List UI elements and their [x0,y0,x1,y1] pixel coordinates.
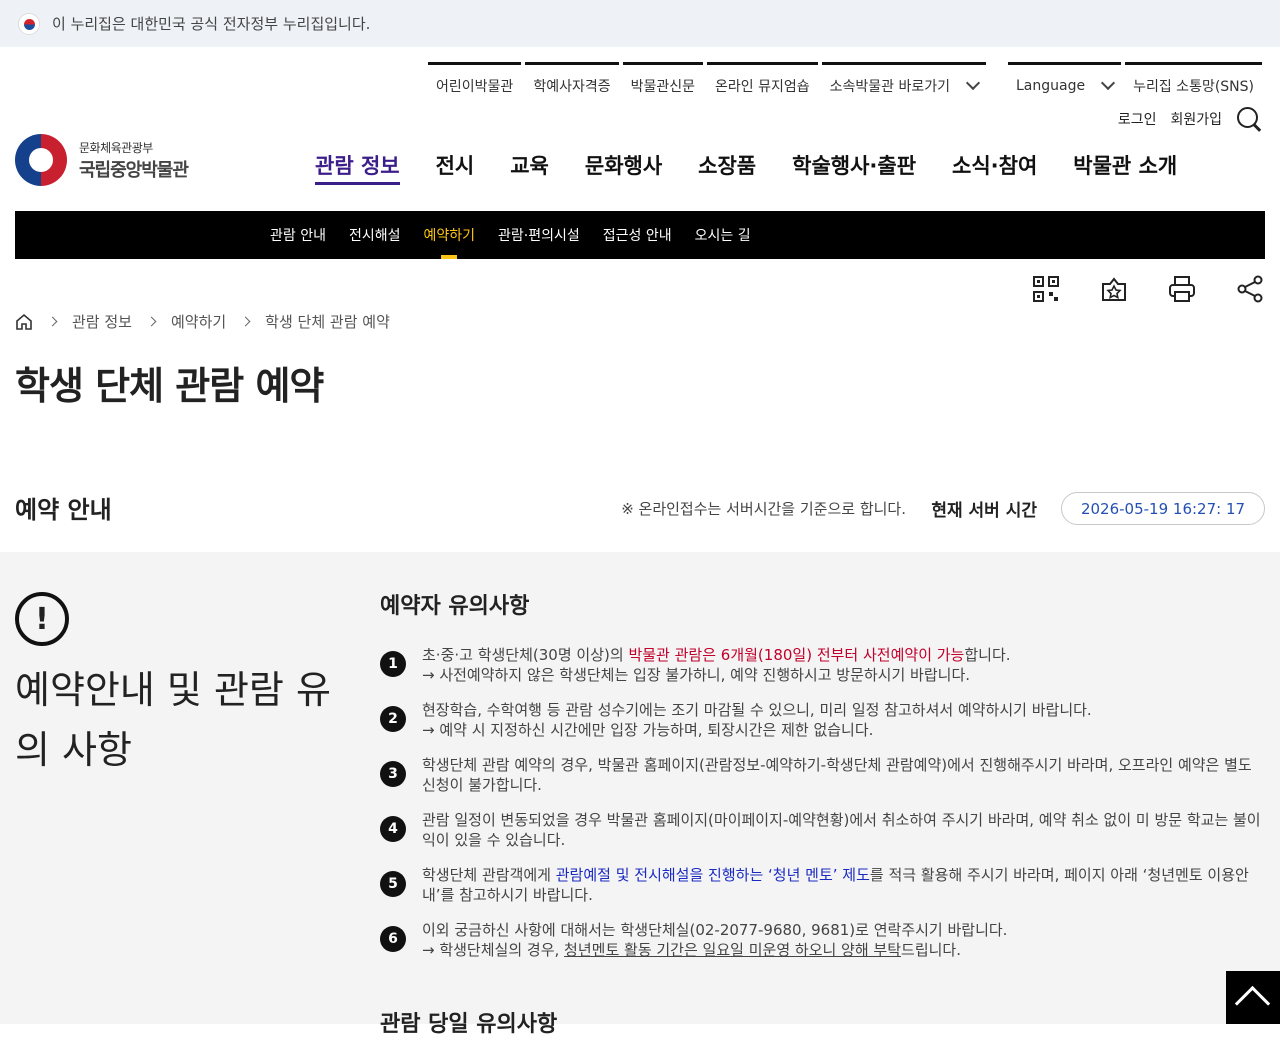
note-number: 6 [380,926,406,952]
chevron-down-icon [1101,75,1116,91]
util-affiliate-dropdown[interactable]: 소속박물관 바로가기 [821,62,986,98]
qr-code-icon[interactable] [1031,274,1061,304]
note-number: 3 [380,761,406,787]
section-title: 예약 안내 [15,496,112,524]
page-title: 학생 단체 관람 예약 [15,364,324,408]
account-links: 로그인 회원가입 [1118,106,1262,132]
note-number: 4 [380,816,406,842]
chevron-right-icon [240,316,251,327]
page-tools [1031,274,1265,304]
home-icon[interactable] [15,313,33,331]
sub-nav-reservation[interactable]: 예약하기 [424,211,475,259]
util-link-sns[interactable]: 누리집 소통망(SNS) [1125,62,1262,98]
server-time-value: 2026-05-19 16:27: 17 [1061,492,1265,525]
note-detail: → 사전예약하지 않은 학생단체는 입장 불가하니, 예약 진행하시고 방문하시… [422,666,971,684]
chevron-right-icon [146,316,157,327]
sub-nav: 관람 안내 전시해설 예약하기 관람·편의시설 접근성 안내 오시는 길 [270,211,751,259]
main-nav-events[interactable]: 문화행사 [567,150,680,190]
main-nav-education[interactable]: 교육 [492,150,567,190]
print-icon[interactable] [1167,274,1197,304]
sub-nav-facilities[interactable]: 관람·편의시설 [498,211,580,259]
sub-nav-directions[interactable]: 오시는 길 [695,211,751,259]
main-nav-visit-info[interactable]: 관람 정보 [297,150,418,190]
logo-ministry: 문화체육관광부 [79,140,153,155]
korea-flag-icon [18,12,40,35]
util-link-newsletter[interactable]: 박물관신문 [622,62,703,98]
language-label: Language [1016,77,1086,94]
note-item: 2 현장학습, 수학여행 등 관람 성수기에는 조기 마감될 수 있으니, 미리… [380,700,1265,740]
note-item: 5 학생단체 관람객에게 관람예절 및 전시해설을 진행하는 ‘청년 멘토’ 제… [380,865,1265,905]
note-number: 5 [380,871,406,897]
note-highlight: 관람예절 및 전시해설을 진행하는 ‘청년 멘토’ 제도 [555,866,870,884]
breadcrumb-item-current: 학생 단체 관람 예약 [265,313,390,331]
main-nav: 관람 정보 전시 교육 문화행사 소장품 학술행사·출판 소식·참여 박물관 소… [297,150,1195,190]
sub-nav-accessibility[interactable]: 접근성 안내 [603,211,672,259]
breadcrumb: 관람 정보 예약하기 학생 단체 관람 예약 [15,311,390,332]
breadcrumb-item[interactable]: 관람 정보 [72,311,132,332]
note-highlight: 박물관 관람은 6개월(180일) 전부터 사전예약이 가능 [628,646,965,664]
note-item: 6 이외 궁금하신 사항에 대해서는 학생단체실(02-2077-9680, 9… [380,920,1265,960]
note-item: 4 관람 일정이 변동되었을 경우 박물관 홈페이지(마이페이지-예약현황)에서… [380,810,1265,850]
note-item: 3 학생단체 관람 예약의 경우, 박물관 홈페이지(관람정보-예약하기-학생단… [380,755,1265,795]
note-number: 2 [380,706,406,732]
note-item: 1 초·중·고 학생단체(30명 이상)의 박물관 관람은 6개월(180일) … [380,645,1265,685]
server-time-label: 현재 서버 시간 [931,501,1037,521]
scroll-to-top-button[interactable] [1226,971,1280,1024]
util-link-kids-museum[interactable]: 어린이박물관 [428,62,522,98]
note-detail: → 학생단체실의 경우, 청년멘토 활동 기간은 일요일 미운영 하오니 양해 … [422,941,961,959]
exclamation-icon: ! [15,592,69,646]
language-dropdown[interactable]: Language [1008,62,1122,98]
chevron-right-icon [47,316,58,327]
main-nav-exhibition[interactable]: 전시 [418,150,493,190]
main-nav-collection[interactable]: 소장품 [680,150,774,190]
gov-banner: 이 누리집은 대한민국 공식 전자정부 누리집입니다. [0,0,1280,47]
logo-museum-name: 국립중앙박물관 [79,159,189,181]
note-number: 1 [380,651,406,677]
breadcrumb-item[interactable]: 예약하기 [171,311,226,332]
taeguk-emblem-icon [15,134,67,186]
main-nav-academic[interactable]: 학술행사·출판 [774,150,934,190]
sub-nav-docent[interactable]: 전시해설 [349,211,401,259]
share-icon[interactable] [1235,274,1265,304]
reservation-notes-title: 예약자 유의사항 [380,594,530,619]
note-detail: → 예약 시 지정하신 시간에만 입장 가능하며, 퇴장시간은 제한 없습니다. [422,721,874,739]
visit-day-notes-title: 관람 당일 유의사항 [380,1012,558,1037]
main-nav-news[interactable]: 소식·참여 [934,150,1055,190]
chevron-down-icon [965,75,981,91]
util-affiliate-label: 소속박물관 바로가기 [829,78,950,95]
login-link[interactable]: 로그인 [1118,109,1157,129]
search-icon[interactable] [1236,106,1262,132]
main-nav-about[interactable]: 박물관 소개 [1055,150,1195,190]
gov-banner-text: 이 누리집은 대한민국 공식 전자정부 누리집입니다. [52,15,371,33]
utility-nav: 어린이박물관 학예사자격증 박물관신문 온라인 뮤지엄숍 소속박물관 바로가기 … [428,62,1262,98]
bookmark-star-icon[interactable] [1099,274,1129,304]
site-logo[interactable]: 문화체육관광부 국립중앙박물관 [15,134,189,186]
util-link-shop[interactable]: 온라인 뮤지엄숍 [707,62,818,98]
join-link[interactable]: 회원가입 [1170,109,1222,129]
server-time-note: ※ 온라인접수는 서버시간을 기준으로 합니다. [621,500,906,518]
sub-nav-guide[interactable]: 관람 안내 [270,211,326,259]
util-link-curator[interactable]: 학예사자격증 [525,62,619,98]
notice-panel-title: 예약안내 및 관람 유의 사항 [15,668,331,772]
